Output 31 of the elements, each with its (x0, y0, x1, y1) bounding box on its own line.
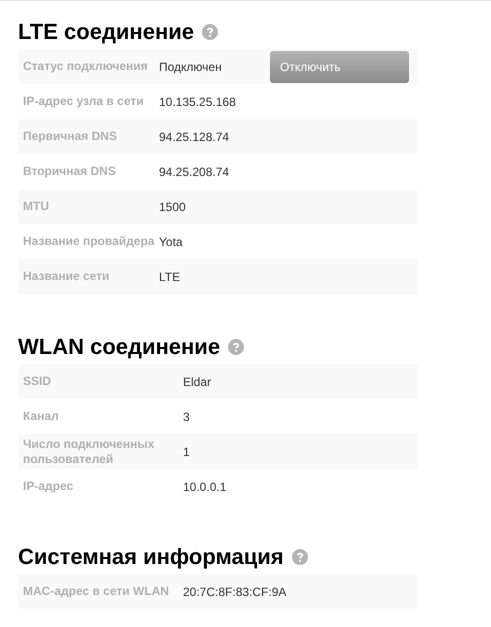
field-label: Вторичная DNS (22, 164, 117, 179)
field-value: Подключен (159, 60, 222, 74)
field-label: Канал (22, 409, 60, 424)
field-label: SSID (22, 374, 52, 389)
field-label: MAC-адрес в сети WLAN (22, 584, 170, 599)
field-label: Число подключенных пользователей (22, 436, 156, 466)
field-label: Название провайдера (22, 234, 156, 249)
field-label: IP-адрес узла в сети (22, 94, 145, 109)
field-value: 1 (183, 444, 190, 458)
help-icon[interactable] (292, 549, 308, 565)
field-value: LTE (159, 270, 180, 284)
field-value: 20:7C:8F:83:CF:9A (183, 584, 286, 598)
section-title: Системная информация (18, 544, 284, 570)
help-icon[interactable] (228, 339, 244, 355)
field-label: IP-адрес (22, 479, 74, 494)
field-label: MTU (22, 199, 50, 214)
field-value: Yota (159, 234, 183, 248)
section-title: WLAN соединение (18, 334, 220, 360)
help-icon[interactable] (202, 24, 218, 40)
section-title: LTE соединение (18, 19, 194, 45)
field-value: Eldar (183, 374, 212, 388)
field-label: Название сети (22, 269, 110, 284)
field-value: 1500 (159, 200, 186, 214)
disconnect-button[interactable]: Отключить (270, 50, 409, 82)
field-value: 94.25.128.74 (159, 130, 230, 144)
field-value: 94.25.208.74 (159, 164, 230, 178)
field-value: 10.0.0.1 (183, 480, 226, 494)
field-label: Первичная DNS (22, 129, 118, 144)
field-label: Статус подключения (22, 59, 149, 74)
field-value: 10.135.25.168 (159, 94, 236, 108)
field-value: 3 (183, 410, 190, 424)
